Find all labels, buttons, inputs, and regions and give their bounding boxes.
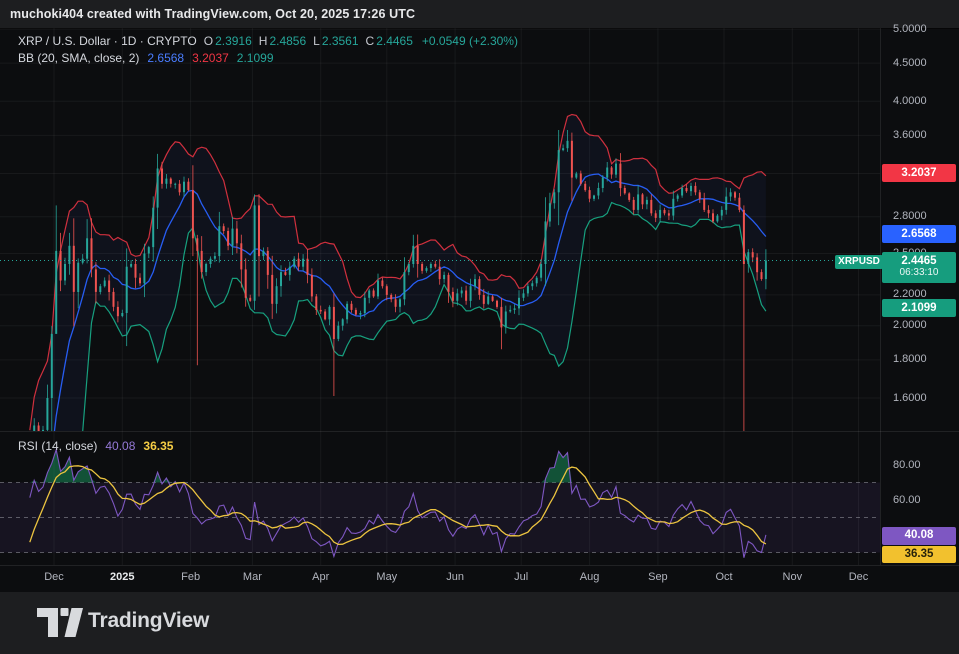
badge-rsi-ma: 36.35 <box>882 546 956 564</box>
bb-basis-value: 2.6568 <box>147 51 184 65</box>
ohlc-letter: L <box>313 34 320 48</box>
brand-text: TradingView <box>88 609 209 633</box>
ohlc-group: O2.3916 H2.4856 L2.3561 C2.4465 <box>197 34 413 48</box>
rsi-value: 40.08 <box>105 439 135 453</box>
badge-bb-basis: 2.6568 <box>882 225 956 243</box>
ohlc-value: 2.4465 <box>376 34 413 48</box>
ohlc-letter: C <box>366 34 375 48</box>
bb-lower-value: 2.1099 <box>237 51 274 65</box>
bb-legend[interactable]: BB (20, SMA, close, 2) 2.6568 3.2037 2.1099 <box>18 51 274 65</box>
tradingview-chart-page: muchoki404 created with TradingView.com,… <box>0 0 959 654</box>
symbol-price-tag: XRPUSD <box>835 255 883 269</box>
symbol-title: XRP / U.S. Dollar · 1D · CRYPTO <box>18 34 197 48</box>
attribution-text: muchoki404 created with TradingView.com,… <box>10 7 415 21</box>
attribution-bar: muchoki404 created with TradingView.com,… <box>0 0 959 29</box>
symbol-legend[interactable]: XRP / U.S. Dollar · 1D · CRYPTOO2.3916H2… <box>18 34 518 48</box>
tradingview-logo-icon <box>37 608 83 637</box>
bb-label: BB (20, SMA, close, 2) <box>18 51 139 65</box>
bb-upper-value: 3.2037 <box>192 51 229 65</box>
badge-rsi-value: 40.08 <box>882 527 956 545</box>
ohlc-letter: H <box>259 34 268 48</box>
rsi-label: RSI (14, close) <box>18 439 97 453</box>
badge-bb-lower: 2.1099 <box>882 299 956 317</box>
rsi-legend[interactable]: RSI (14, close) 40.08 36.35 <box>18 439 173 453</box>
ohlc-value: 2.3561 <box>322 34 359 48</box>
change-text: +0.0549 (+2.30%) <box>422 34 518 48</box>
badge-bb-upper: 3.2037 <box>882 164 956 182</box>
chart-canvas[interactable] <box>0 28 959 592</box>
footer: TradingView <box>0 592 959 654</box>
badge-last-price: 2.4465 06:33:10 <box>882 252 956 283</box>
ohlc-letter: O <box>204 34 213 48</box>
ohlc-value: 2.3916 <box>215 34 252 48</box>
bar-countdown: 06:33:10 <box>882 266 956 279</box>
ohlc-value: 2.4856 <box>269 34 306 48</box>
rsi-ma-value: 36.35 <box>143 439 173 453</box>
